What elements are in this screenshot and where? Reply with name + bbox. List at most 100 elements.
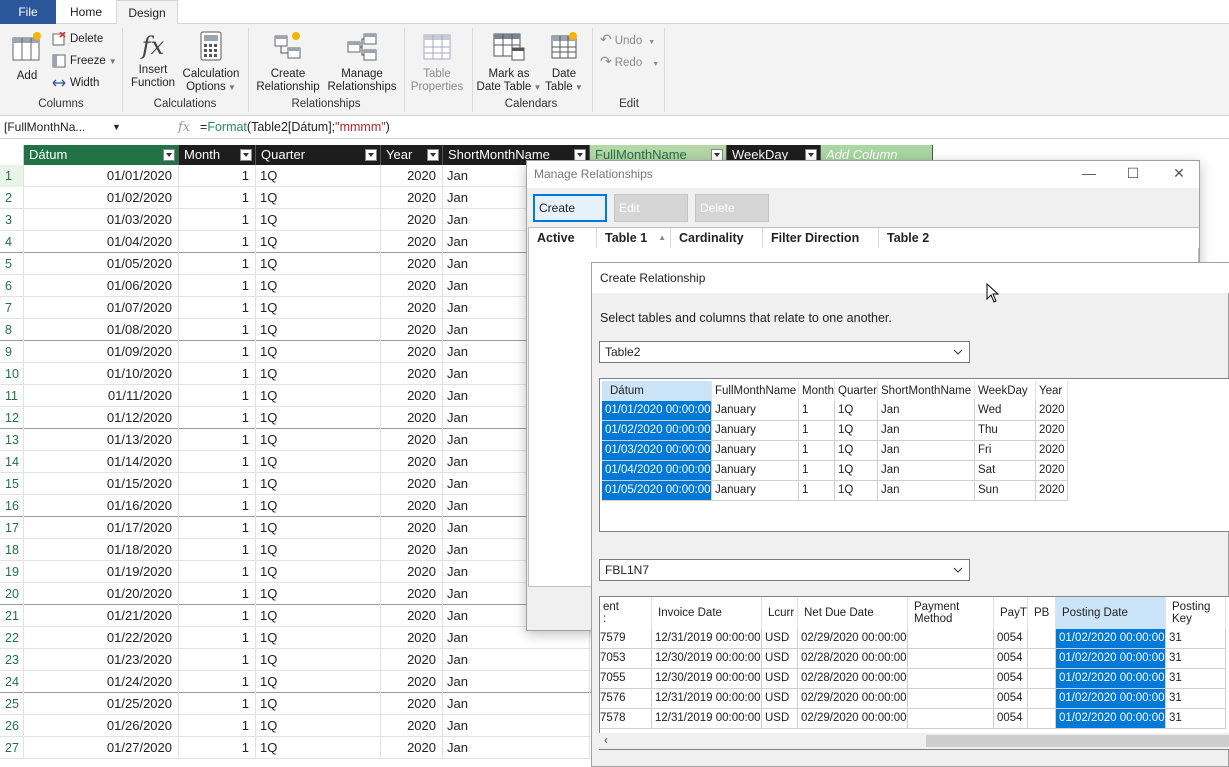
preview-cell[interactable] [908,629,994,649]
preview-cell[interactable]: USD [762,669,798,689]
row-number[interactable]: 7 [0,297,24,319]
cell-quarter[interactable]: 1Q [256,231,381,253]
cell-quarter[interactable]: 1Q [256,715,381,737]
cell-month[interactable]: 1 [179,429,256,451]
cell-shortmonthname[interactable]: Jan [443,649,590,671]
preview-cell[interactable]: Jan [878,481,975,501]
delete-column-button[interactable]: Delete [52,30,103,48]
row-number[interactable]: 27 [0,737,24,759]
grid-corner[interactable] [0,145,24,165]
table1-preview[interactable]: Dátum FullMonthName Month Quarter ShortMonth… [599,378,1229,532]
cell-shortmonthname[interactable]: Jan [443,693,590,715]
cell-quarter[interactable]: 1Q [256,737,381,759]
table-row[interactable]: 22 01/22/2020 1 1Q 2020 Jan [0,627,600,649]
cell-datum[interactable]: 01/04/2020 [24,231,179,253]
preview-cell[interactable] [908,709,994,729]
cell-year[interactable]: 2020 [381,627,443,649]
cell-datum[interactable]: 01/07/2020 [24,297,179,319]
preview-column-header[interactable]: PayT [994,597,1028,629]
cell-quarter[interactable]: 1Q [256,297,381,319]
cell-quarter[interactable]: 1Q [256,605,381,627]
cell-datum[interactable]: 01/17/2020 [24,517,179,539]
row-number[interactable]: 13 [0,429,24,451]
row-number[interactable]: 5 [0,253,24,275]
cell-month[interactable]: 1 [179,517,256,539]
row-number[interactable]: 24 [0,671,24,693]
preview-cell[interactable]: 2020 [1036,441,1068,461]
preview-column-header[interactable]: Invoice Date [652,597,762,629]
calculation-options-button[interactable]: Calculation Options ▼ [180,30,242,94]
preview-cell[interactable]: Sat [975,461,1036,481]
cell-month[interactable]: 1 [179,253,256,275]
row-number[interactable]: 4 [0,231,24,253]
table-row[interactable]: 7 01/07/2020 1 1Q 2020 Jan [0,297,600,319]
preview-column-header[interactable]: Quarter [835,381,878,401]
cell-datum[interactable]: 01/20/2020 [24,583,179,605]
cell-month[interactable]: 1 [179,737,256,759]
table-row[interactable]: 24 01/24/2020 1 1Q 2020 Jan [0,671,600,693]
table-row[interactable]: 4 01/04/2020 1 1Q 2020 Jan [0,231,600,253]
cell-year[interactable]: 2020 [381,715,443,737]
cell-quarter[interactable]: 1Q [256,275,381,297]
cell-quarter[interactable]: 1Q [256,495,381,517]
cell-month[interactable]: 1 [179,341,256,363]
preview-cell[interactable]: 01/02/2020 00:00:00 [602,421,712,441]
table-row[interactable]: 16 01/16/2020 1 1Q 2020 Jan [0,495,600,517]
close-icon[interactable]: ✕ [1169,165,1189,183]
table-row[interactable]: 5 01/05/2020 1 1Q 2020 Jan [0,253,600,275]
preview-cell[interactable]: 31 [1166,689,1226,709]
preview-cell[interactable]: 1Q [835,481,878,501]
cell-year[interactable]: 2020 [381,473,443,495]
table-row[interactable]: 13 01/13/2020 1 1Q 2020 Jan [0,429,600,451]
width-column-button[interactable]: Width [52,74,99,92]
cell-datum[interactable]: 01/26/2020 [24,715,179,737]
column-header-year[interactable]: Year [381,145,443,165]
filter-dropdown-icon[interactable] [427,149,439,161]
preview-column-header[interactable]: Lcurr [762,597,798,629]
tab-design[interactable]: Design [116,0,178,25]
row-number[interactable]: 21 [0,605,24,627]
preview-cell[interactable] [1028,669,1056,689]
create-relationship-button[interactable]: Create Relationship [254,30,322,94]
cell-year[interactable]: 2020 [381,341,443,363]
cell-year[interactable]: 2020 [381,165,443,187]
table2-horizontal-scrollbar[interactable]: ‹ [598,733,1229,749]
row-number[interactable]: 6 [0,275,24,297]
preview-cell[interactable] [1028,689,1056,709]
cell-quarter[interactable]: 1Q [256,671,381,693]
cell-year[interactable]: 2020 [381,297,443,319]
row-number[interactable]: 11 [0,385,24,407]
preview-cell[interactable]: USD [762,649,798,669]
cell-month[interactable]: 1 [179,297,256,319]
preview-cell[interactable]: 2020 [1036,461,1068,481]
add-column-button[interactable]: Add [8,30,46,83]
preview-cell[interactable]: Jan [878,401,975,421]
cell-month[interactable]: 1 [179,187,256,209]
cell-year[interactable]: 2020 [381,737,443,759]
cell-quarter[interactable]: 1Q [256,561,381,583]
row-number[interactable]: 17 [0,517,24,539]
preview-cell[interactable]: 01/02/2020 00:00:00 [1056,629,1166,649]
cell-year[interactable]: 2020 [381,385,443,407]
cell-quarter[interactable]: 1Q [256,517,381,539]
cell-year[interactable]: 2020 [381,693,443,715]
cell-quarter[interactable]: 1Q [256,165,381,187]
cell-month[interactable]: 1 [179,363,256,385]
column-header-table1[interactable]: Table 1 ▲ [597,228,671,248]
preview-cell[interactable]: 0054 [994,649,1028,669]
preview-column-header[interactable]: Payment Method [908,597,994,629]
cell-month[interactable]: 1 [179,671,256,693]
cell-datum[interactable]: 01/27/2020 [24,737,179,759]
table-row[interactable]: 20 01/20/2020 1 1Q 2020 Jan [0,583,600,605]
cell-year[interactable]: 2020 [381,561,443,583]
preview-cell[interactable]: 01/03/2020 00:00:00 [602,441,712,461]
cell-year[interactable]: 2020 [381,275,443,297]
preview-column-header[interactable]: WeekDay [975,381,1036,401]
preview-cell[interactable]: Sun [975,481,1036,501]
row-number[interactable]: 1 [0,165,24,187]
preview-cell[interactable]: January [712,481,799,501]
preview-cell[interactable]: USD [762,629,798,649]
row-number[interactable]: 3 [0,209,24,231]
table-row[interactable]: 18 01/18/2020 1 1Q 2020 Jan [0,539,600,561]
preview-column-header[interactable]: Posting Date [1056,597,1166,629]
